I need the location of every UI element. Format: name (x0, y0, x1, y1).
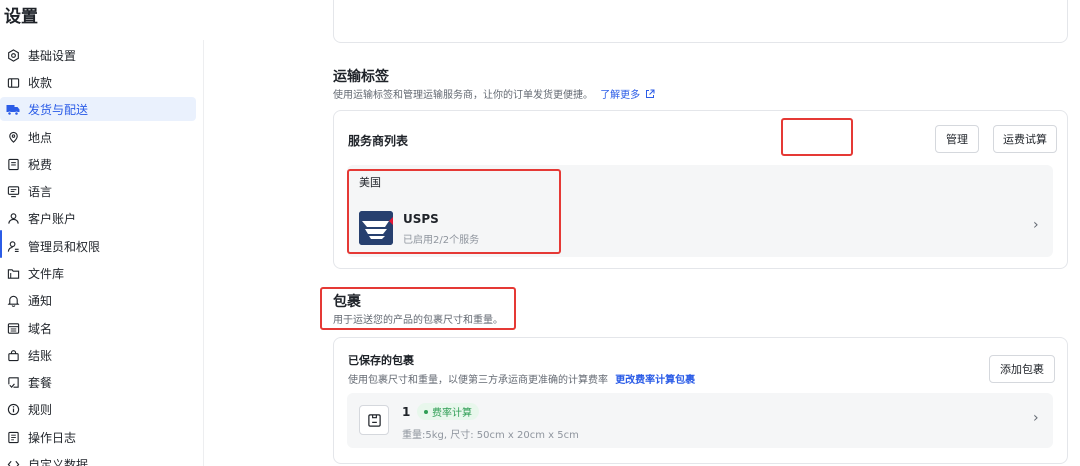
sidebar-item-label: 语言 (28, 184, 53, 199)
chevron-right-icon: › (1033, 410, 1039, 426)
sidebar-item-basic-settings[interactable]: 基础设置 (0, 43, 196, 67)
folder-icon (6, 266, 20, 280)
shipping-labels-description: 使用运输标签和管理运输服务商，让你的订单发货更便捷。 了解更多 (333, 86, 655, 102)
bag-icon (6, 348, 20, 362)
sidebar-item-taxes[interactable]: 税费 (0, 152, 196, 176)
log-icon (6, 430, 20, 444)
settings-sidebar: 基础设置 收款 发货与配送 地点 税费 语言 客户账户 管理员和权限 文件库 通… (0, 40, 204, 466)
external-link-icon[interactable] (645, 89, 655, 102)
sidebar-item-notifications[interactable]: 通知 (0, 288, 196, 312)
change-rate-package-link[interactable]: 更改费率计算包裹 (615, 375, 695, 386)
package-name: 1 (402, 405, 411, 419)
truck-icon (6, 102, 20, 116)
sidebar-item-label: 地点 (28, 130, 53, 145)
carrier-list-title: 服务商列表 (348, 134, 409, 148)
wallet-icon (6, 75, 20, 89)
sidebar-item-label: 发货与配送 (28, 102, 89, 117)
sidebar-item-label: 自定义数据 (28, 457, 89, 466)
sidebar-item-activity-log[interactable]: 操作日志 (0, 425, 196, 449)
sidebar-item-label: 税费 (28, 157, 53, 172)
package-row[interactable]: 1 费率计算 重量:5kg, 尺寸: 50cm x 20cm x 5cm › (347, 393, 1053, 448)
main-content: 运输标签 使用运输标签和管理运输服务商，让你的订单发货更便捷。 了解更多 服务商… (204, 0, 1080, 466)
sidebar-item-payments[interactable]: 收款 (0, 70, 196, 94)
sidebar-item-domains[interactable]: 域名 (0, 316, 196, 340)
sidebar-item-plans[interactable]: 套餐 (0, 370, 196, 394)
language-icon (6, 184, 20, 198)
sidebar-item-label: 域名 (28, 321, 53, 336)
sidebar-item-label: 通知 (28, 293, 53, 308)
sidebar-item-language[interactable]: 语言 (0, 179, 196, 203)
code-icon (6, 457, 20, 466)
info-icon (6, 402, 20, 416)
sidebar-item-checkout[interactable]: 结账 (0, 343, 196, 367)
chevron-right-icon: › (1033, 217, 1039, 233)
location-pin-icon (6, 130, 20, 144)
sidebar-item-label: 管理员和权限 (28, 239, 101, 254)
saved-packages-description: 使用包裹尺寸和重量，以便第三方承运商更准确的计算费率 更改费率计算包裹 (348, 375, 696, 386)
domain-icon (6, 321, 20, 335)
admin-user-icon (6, 239, 20, 253)
sidebar-item-label: 套餐 (28, 375, 53, 390)
sidebar-item-custom-data[interactable]: 自定义数据 (0, 452, 196, 466)
badge-dot (424, 409, 428, 414)
receipt-icon (6, 157, 20, 171)
user-icon (6, 211, 20, 225)
sidebar-item-label: 客户账户 (28, 211, 77, 226)
sidebar-item-label: 规则 (28, 402, 53, 417)
rate-estimate-button[interactable]: 运费试算 (993, 125, 1057, 153)
manage-button[interactable]: 管理 (935, 125, 979, 153)
sidebar-item-locations[interactable]: 地点 (0, 125, 196, 149)
settings-icon (6, 48, 20, 62)
packages-description: 用于运送您的产品的包裹尺寸和重量。 (333, 315, 503, 326)
sidebar-item-shipping[interactable]: 发货与配送 (0, 97, 196, 121)
plan-icon (6, 375, 20, 389)
shipping-labels-title: 运输标签 (333, 69, 389, 85)
rate-calc-badge: 费率计算 (417, 403, 479, 420)
sidebar-item-label: 基础设置 (28, 48, 77, 63)
previous-section-card (333, 0, 1068, 43)
sidebar-item-label: 文件库 (28, 266, 65, 281)
sidebar-item-label: 结账 (28, 348, 53, 363)
sidebar-item-label: 操作日志 (28, 430, 77, 445)
page-title: 设置 (4, 7, 38, 27)
packages-title: 包裹 (333, 294, 361, 310)
sidebar-item-label: 收款 (28, 75, 53, 90)
sidebar-item-admins-permissions[interactable]: 管理员和权限 (0, 234, 196, 258)
saved-packages-title: 已保存的包裹 (348, 354, 414, 367)
learn-more-link[interactable]: 了解更多 (600, 90, 640, 101)
bell-icon (6, 293, 20, 307)
highlight-box-rate-button (781, 118, 853, 156)
highlight-box-carrier (347, 169, 561, 254)
sidebar-item-file-library[interactable]: 文件库 (0, 261, 196, 285)
add-package-button[interactable]: 添加包裹 (989, 355, 1055, 383)
package-box-icon (359, 405, 389, 435)
sidebar-item-customer-accounts[interactable]: 客户账户 (0, 206, 196, 230)
sidebar-item-rules[interactable]: 规则 (0, 397, 196, 421)
package-details: 重量:5kg, 尺寸: 50cm x 20cm x 5cm (402, 430, 579, 441)
